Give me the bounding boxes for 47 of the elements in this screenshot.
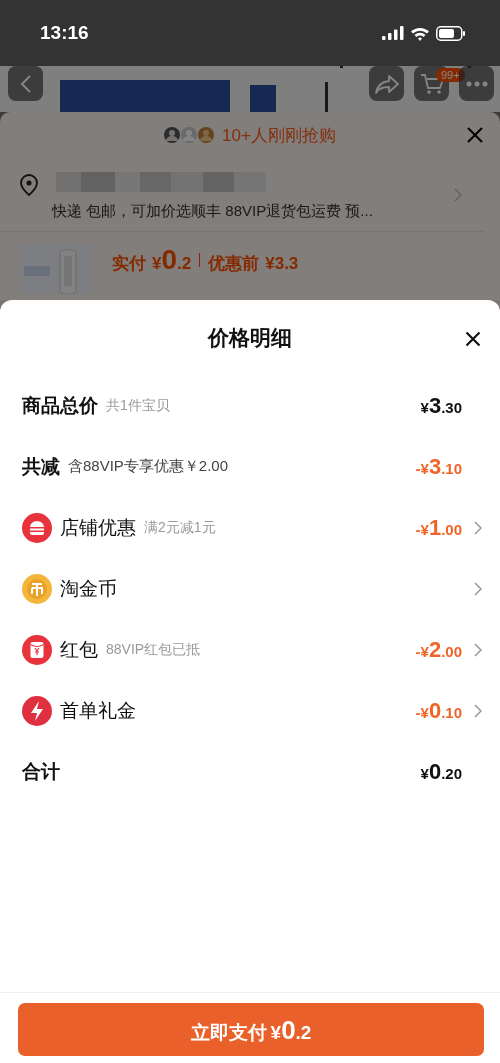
pay-button[interactable]: 立即支付 ¥0.2: [18, 1003, 484, 1056]
chevron-right-icon: [454, 188, 462, 202]
status-time: 13:16: [40, 22, 89, 44]
row-note: 满2元减1元: [144, 518, 216, 537]
row-label: 淘金币: [60, 576, 117, 601]
close-icon: [466, 126, 484, 144]
back-button[interactable]: [8, 66, 43, 101]
more-icon: [465, 80, 488, 87]
avatar-icon: [181, 127, 198, 143]
row-note: 共1件宝贝: [106, 396, 170, 415]
row-amount: ¥0.20: [420, 758, 462, 785]
location-pin-icon: [20, 174, 38, 196]
back-icon: [19, 73, 32, 94]
row-label: 合计: [22, 759, 60, 784]
avatar-icon: [198, 127, 215, 143]
battery-icon: [436, 25, 466, 41]
more-button[interactable]: [459, 66, 494, 101]
paid-price: ¥0.2: [152, 244, 192, 276]
row-amount: -¥2.00: [415, 636, 462, 663]
row-label: 首单礼金: [60, 698, 136, 723]
row-amount: -¥0.10: [415, 697, 462, 724]
share-icon: [374, 73, 399, 94]
envelope-icon: [22, 634, 52, 665]
close-button[interactable]: [465, 331, 481, 347]
signal-icon: [382, 26, 404, 40]
buyers-notice: 10+人刚刚抢购: [222, 124, 336, 147]
row-note: 含88VIP专享优惠￥2.00: [68, 457, 229, 476]
coin-icon: [22, 573, 52, 604]
paid-label: 实付: [112, 253, 146, 275]
shipping-info: 快递 包邮，可加价选顺丰 88VIP退货包运费 预...: [52, 202, 374, 221]
row-label: 共减: [22, 454, 60, 479]
shop-icon: [22, 512, 52, 543]
row-label: 商品总价: [22, 393, 98, 418]
sheet-title: 价格明细: [208, 324, 292, 351]
row-amount: -¥3.10: [415, 453, 462, 480]
avatar-icon: [164, 127, 181, 143]
lightning-icon: [22, 695, 52, 726]
original-price-label: 优惠前: [208, 253, 260, 275]
wifi-icon: [410, 25, 430, 41]
row-amount: -¥1.00: [415, 514, 462, 541]
share-button[interactable]: [369, 66, 404, 101]
close-icon: [465, 331, 481, 347]
row-note: 88VIP红包已抵: [106, 640, 201, 659]
row-label: 红包: [60, 637, 98, 662]
row-amount: ¥3.30: [420, 392, 462, 419]
original-price: ¥3.3: [265, 254, 299, 274]
row-label: 店铺优惠: [60, 515, 136, 540]
